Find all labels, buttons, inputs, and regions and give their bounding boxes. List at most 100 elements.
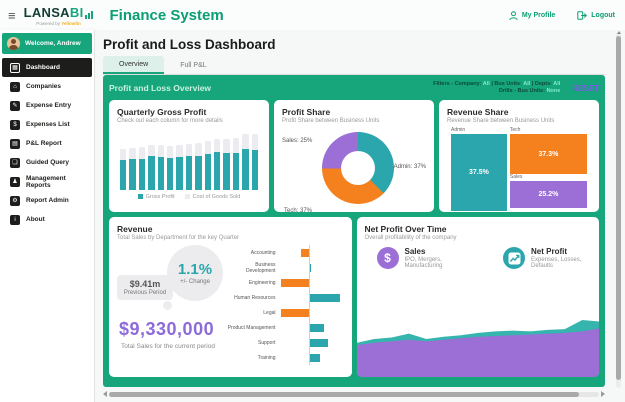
department-row: Engineering (225, 275, 344, 290)
zero-axis (308, 305, 310, 320)
scroll-left-icon[interactable] (103, 391, 107, 397)
sidebar-item-companies[interactable]: ⌂ Companies (2, 77, 92, 96)
report-admin-icon: ⚙ (10, 195, 20, 206)
scroll-right-icon[interactable] (601, 391, 605, 397)
indicator-title: Net Profit (531, 247, 568, 256)
department-row: Legal (225, 305, 344, 320)
department-label: Support (257, 339, 276, 346)
department-bar[interactable] (309, 263, 312, 272)
card-revenue-share: Revenue Share Revenue Share between Busi… (439, 100, 599, 212)
department-bar[interactable] (281, 278, 309, 287)
vertical-scroll-thumb[interactable] (616, 36, 621, 380)
department-bar[interactable] (301, 248, 309, 257)
app-title: Finance System (109, 6, 224, 24)
sidebar-item-guided-query[interactable]: ❏ Guided Query (2, 153, 92, 172)
department-bar-chart[interactable]: Accounting Business Development Engineerin… (225, 243, 344, 371)
stacked-bar[interactable] (157, 145, 165, 190)
filter-field: - Bus Units: (514, 88, 547, 95)
gross-profit-segment (176, 156, 183, 190)
my-profile-label: My Profile (521, 11, 556, 19)
stacked-bar[interactable] (120, 148, 127, 190)
stacked-bar[interactable] (185, 143, 193, 190)
dashboard-icon: ▦ (10, 62, 20, 73)
stacked-bar-chart[interactable] (117, 132, 261, 190)
sidebar-item-label: Companies (26, 83, 62, 90)
department-bar[interactable] (309, 293, 340, 302)
sidebar-item-dashboard[interactable]: ▦ Dashboard (2, 58, 92, 77)
tab-strip: Overview Full P&L (103, 56, 605, 75)
gross-profit-segment (185, 155, 193, 190)
previous-value: $9.41m (129, 279, 161, 289)
positive-zone (309, 293, 344, 302)
my-profile-button[interactable]: My Profile (509, 10, 556, 20)
stacked-bar[interactable] (214, 138, 221, 190)
page-title: Profit and Loss Dashboard (103, 37, 276, 52)
expenses-list-icon: $ (10, 119, 20, 130)
stacked-bar[interactable] (138, 146, 146, 190)
hamburger-icon[interactable]: ≡ (8, 9, 16, 22)
sidebar-item-expense-entry[interactable]: ✎ Expense Entry (2, 96, 92, 115)
sidebar-item-label: Expense Entry (26, 102, 72, 109)
filter-label: Filters (433, 81, 452, 87)
area-chart[interactable] (356, 301, 599, 377)
stacked-bar[interactable] (232, 138, 240, 190)
stacked-bar[interactable] (242, 134, 249, 190)
guided-query-icon: ❏ (10, 157, 20, 168)
sidebar-item-label: Management Reports (26, 174, 66, 189)
department-label: Engineering (248, 279, 276, 286)
tab-full-p-l[interactable]: Full P&L (164, 56, 222, 74)
treemap-block-sales[interactable]: 25.2% (509, 181, 587, 208)
negative-zone (281, 308, 309, 317)
filter-value[interactable]: All (553, 81, 560, 87)
filter-value[interactable]: None (547, 88, 561, 94)
tab-overview[interactable]: Overview (103, 56, 165, 74)
department-bar[interactable] (309, 323, 324, 332)
sidebar-item-management-reports[interactable]: ♟ Management Reports (2, 172, 92, 191)
gross-profit-segment (129, 159, 136, 190)
scroll-up-icon[interactable] (616, 31, 621, 34)
stacked-bar[interactable] (176, 144, 183, 190)
card-title: Net Profit Over Time (364, 224, 447, 234)
change-label: +/- Change (180, 279, 210, 285)
treemap-block-admin[interactable]: 37.5% (451, 134, 507, 211)
stacked-bar[interactable] (223, 139, 230, 190)
department-bar[interactable] (309, 353, 321, 362)
sidebar-item-expenses-list[interactable]: $ Expenses List (2, 115, 92, 134)
filter-field: | Bus Units: (489, 81, 524, 87)
department-label: Training (257, 354, 276, 361)
stacked-bar[interactable] (251, 134, 259, 190)
stacked-bar[interactable] (195, 143, 202, 190)
department-label: Human Resources (234, 294, 276, 301)
logout-label: Logout (591, 11, 615, 19)
reset-button[interactable]: RESET (572, 80, 599, 93)
card-title: Revenue Share (447, 107, 509, 117)
filter-value[interactable]: All (483, 81, 490, 87)
logout-button[interactable]: Logout (577, 10, 615, 20)
indicator-subtitle: Expenses, Losses, Defaults (531, 257, 582, 269)
treemap-block-tech[interactable]: 37.3% (509, 134, 587, 174)
treemap-label-admin: Admin (451, 127, 466, 133)
dollar-icon: $ (376, 247, 399, 269)
department-bar[interactable] (309, 338, 328, 347)
vertical-scrollbar[interactable] (616, 31, 621, 388)
sidebar-welcome[interactable]: Welcome, Andrew (2, 33, 92, 54)
gross-profit-segment (195, 155, 202, 190)
card-subtitle: Check out each column for more details (117, 118, 223, 124)
sidebar-item-label: Guided Query (26, 159, 69, 166)
stacked-bar[interactable] (148, 144, 155, 190)
horizontal-scrollbar[interactable] (103, 391, 605, 397)
card-title: Quarterly Gross Profit (117, 107, 207, 117)
department-bar[interactable] (281, 308, 309, 317)
sidebar-item-report-admin[interactable]: ⚙ Report Admin (2, 191, 92, 210)
sidebar-item-about[interactable]: i About (2, 210, 92, 229)
stacked-bar[interactable] (167, 146, 174, 190)
stacked-bar[interactable] (204, 141, 212, 190)
card-revenue: Revenue Total Sales by Department for th… (109, 217, 352, 377)
treemap-label-sales: Sales (509, 174, 523, 180)
sidebar-item-p-l-report[interactable]: ▤ P&L Report (2, 134, 92, 153)
donut[interactable] (322, 132, 394, 204)
horizontal-scroll-thumb[interactable] (109, 391, 580, 397)
stacked-bar[interactable] (129, 147, 136, 190)
cogs-segment (195, 143, 202, 156)
indicator-subtitle: IPO, Mergers, Manufacturing (404, 257, 443, 269)
